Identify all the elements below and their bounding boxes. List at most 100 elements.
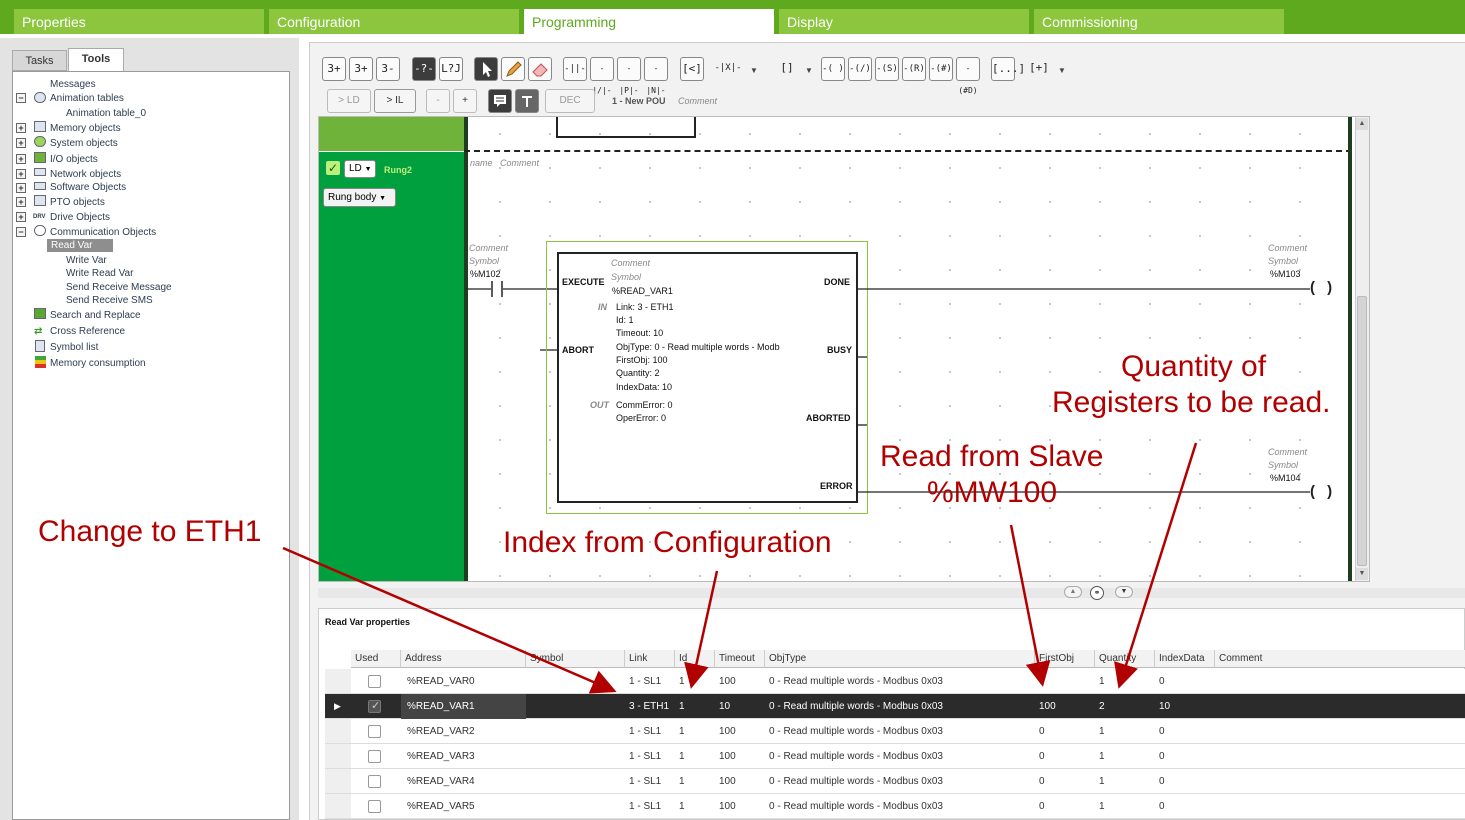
checkmark-icon[interactable]: ✓ — [326, 161, 340, 175]
rung-name[interactable]: Rung2 — [384, 165, 412, 175]
cell-id[interactable]: 1 — [679, 794, 685, 819]
tree-item-send-receive-sms[interactable]: Send Receive SMS — [66, 294, 153, 307]
cell-id[interactable]: 1 — [679, 769, 685, 794]
contact-address[interactable]: %M102 — [470, 269, 501, 279]
row-selector[interactable] — [325, 669, 351, 694]
tree-item-communication-objects[interactable]: Communication Objects — [50, 226, 156, 239]
coil-error[interactable]: ( ) — [1310, 483, 1336, 500]
insert-rung-button[interactable]: 3+ — [322, 57, 346, 81]
collapse-down-icon[interactable]: ▼ — [1115, 586, 1133, 598]
column-address[interactable]: Address — [401, 650, 526, 668]
cell-link[interactable]: 1 - SL1 — [629, 719, 661, 744]
cell-objtype[interactable]: 0 - Read multiple words - Modbus 0x03 — [769, 694, 943, 719]
cell-address[interactable]: %READ_VAR4 — [407, 769, 475, 794]
coil-done-address[interactable]: %M103 — [1270, 269, 1301, 279]
convert-to-ld-button[interactable]: > LD — [327, 89, 371, 113]
tab-commissioning[interactable]: Commissioning — [1034, 9, 1284, 34]
cell-timeout[interactable]: 100 — [719, 794, 736, 819]
row-selector[interactable]: ▶ — [325, 694, 351, 719]
jump-button[interactable]: L?J — [439, 57, 463, 81]
scroll-up-icon[interactable]: ▲ — [1356, 118, 1368, 130]
expand-icon[interactable]: + — [16, 183, 26, 193]
cell-timeout[interactable]: 100 — [719, 769, 736, 794]
tab-tools[interactable]: Tools — [68, 48, 124, 72]
tree-item-write-var[interactable]: Write Var — [66, 254, 107, 267]
tree-item-animation-table-0[interactable]: Animation table_0 — [66, 107, 146, 120]
expand-icon[interactable]: + — [16, 138, 26, 148]
rung-language-select[interactable]: LD ▼ — [344, 160, 376, 178]
insert-rung-after-button[interactable]: 3+ — [349, 57, 373, 81]
cell-quantity[interactable]: 2 — [1099, 694, 1105, 719]
comment-view-button[interactable] — [488, 89, 512, 113]
expand-icon[interactable]: + — [16, 169, 26, 179]
pencil-tool[interactable] — [501, 57, 525, 81]
cell-firstobj[interactable]: 100 — [1039, 694, 1056, 719]
table-row[interactable]: %READ_VAR0 1 - SL1 1 100 0 - Read multiple w… — [351, 669, 1465, 694]
no-contact-button[interactable]: -||- — [563, 57, 587, 81]
column-firstobj[interactable]: FirstObj — [1035, 650, 1095, 668]
tab-programming[interactable]: Programming — [524, 9, 774, 34]
panel-splitter[interactable] — [318, 588, 1465, 598]
cell-link[interactable]: 1 - SL1 — [629, 744, 661, 769]
cell-id[interactable]: 1 — [679, 694, 685, 719]
chevron-down-icon[interactable]: ▼ — [805, 66, 813, 75]
zoom-out-button[interactable]: - — [426, 89, 450, 113]
block-instance[interactable]: %READ_VAR1 — [612, 286, 673, 296]
cell-link[interactable]: 1 - SL1 — [629, 669, 661, 694]
cell-id[interactable]: 1 — [679, 744, 685, 769]
tree-item-read-var[interactable]: Read Var — [47, 239, 113, 252]
expand-icon[interactable]: + — [16, 197, 26, 207]
table-row[interactable]: %READ_VAR2 1 - SL1 1 100 0 - Read multiple w… — [351, 719, 1465, 744]
cell-objtype[interactable]: 0 - Read multiple words - Modbus 0x03 — [769, 744, 943, 769]
tree-item-io-objects[interactable]: I/O objects — [50, 153, 98, 166]
rung-name-field[interactable]: name — [470, 158, 493, 168]
column-id[interactable]: Id — [675, 650, 715, 668]
table-row[interactable]: ✓ %READ_VAR1 3 - ETH1 1 10 0 - Read multiple … — [351, 694, 1465, 719]
column-link[interactable]: Link — [625, 650, 675, 668]
cell-indexdata[interactable]: 0 — [1159, 669, 1165, 694]
negated-coil-button[interactable]: -(/) — [848, 57, 872, 81]
nc-contact-button[interactable]: -|/|- — [590, 57, 614, 95]
compare-block-button[interactable]: [<] — [680, 57, 704, 81]
reset-coil-button[interactable]: -(R) — [902, 57, 926, 81]
tree-item-cross-reference[interactable]: Cross Reference — [50, 325, 125, 338]
column-symbol[interactable]: Symbol — [526, 650, 625, 668]
convert-to-il-button[interactable]: > IL — [374, 89, 416, 113]
contact-symbol[interactable]: Symbol — [469, 256, 499, 266]
tree-item-drive-objects[interactable]: Drive Objects — [50, 211, 110, 224]
cell-timeout[interactable]: 100 — [719, 669, 736, 694]
expand-icon[interactable]: + — [16, 154, 26, 164]
tree-item-network-objects[interactable]: Network objects — [50, 168, 121, 181]
table-row[interactable]: %READ_VAR3 1 - SL1 1 100 0 - Read multiple w… — [351, 744, 1465, 769]
rung-body-dropdown[interactable]: Rung body ▼ — [323, 188, 396, 207]
cell-id[interactable]: 1 — [679, 719, 685, 744]
cell-address[interactable]: %READ_VAR5 — [407, 794, 475, 819]
cell-indexdata[interactable]: 0 — [1159, 744, 1165, 769]
coil-error-symbol[interactable]: Symbol — [1268, 460, 1298, 470]
row-selector[interactable] — [325, 769, 351, 794]
row-selector[interactable] — [325, 719, 351, 744]
column-comment[interactable]: Comment — [1215, 650, 1465, 668]
tree-item-system-objects[interactable]: System objects — [50, 137, 118, 150]
used-checkbox[interactable] — [368, 750, 381, 763]
read-var-block[interactable] — [557, 252, 858, 503]
expand-icon[interactable]: + — [16, 123, 26, 133]
eraser-tool[interactable] — [528, 57, 552, 81]
used-checkbox[interactable] — [368, 725, 381, 738]
cell-firstobj[interactable]: 0 — [1039, 744, 1045, 769]
cell-quantity[interactable]: 1 — [1099, 794, 1105, 819]
comment-toggle-button[interactable]: -?- — [412, 57, 436, 81]
cell-quantity[interactable]: 1 — [1099, 719, 1105, 744]
cell-link[interactable]: 1 - SL1 — [629, 794, 661, 819]
table-row[interactable]: %READ_VAR4 1 - SL1 1 100 0 - Read multiple w… — [351, 769, 1465, 794]
operate-coil-button[interactable]: -(#) — [929, 57, 953, 81]
contact-group-button[interactable]: -|X|- — [710, 57, 746, 81]
contact-comment[interactable]: Comment — [469, 243, 508, 253]
chevron-down-icon[interactable]: ▼ — [1058, 66, 1066, 75]
tree-item-memory-objects[interactable]: Memory objects — [50, 122, 121, 135]
collapse-icon[interactable]: − — [16, 93, 26, 103]
tree-item-symbol-list[interactable]: Symbol list — [50, 341, 98, 354]
scroll-thumb[interactable] — [1357, 296, 1367, 566]
operation-block-button[interactable]: [...] — [991, 57, 1025, 81]
column-indexdata[interactable]: IndexData — [1155, 650, 1215, 668]
